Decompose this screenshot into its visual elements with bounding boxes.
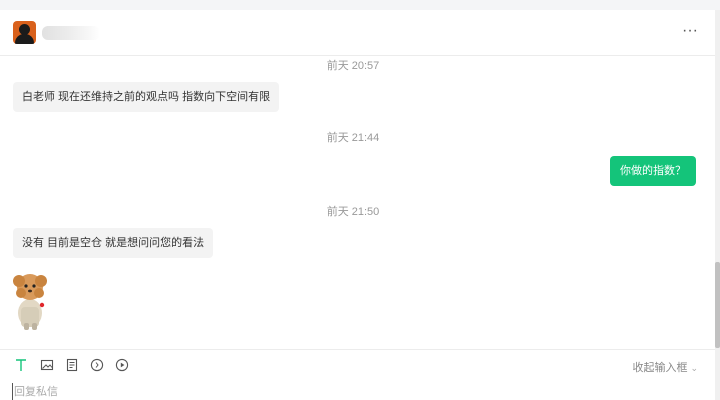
text-format-icon[interactable] — [14, 358, 28, 372]
message-timestamp: 前天 21:50 — [326, 206, 380, 218]
video-icon[interactable] — [115, 358, 129, 372]
chevron-down-icon: ⌄ — [690, 363, 698, 373]
chat-panel: ··· 前天 20:57 白老师 现在还维持之前的观点吗 指数向下空间有限 前天… — [0, 10, 716, 400]
voice-icon[interactable] — [90, 358, 104, 372]
incoming-message[interactable]: 没有 目前是空仓 就是想问问您的看法 — [13, 228, 214, 258]
composer-toolbar: 收起输入框 ⌄ — [0, 349, 716, 380]
incoming-message[interactable]: 白老师 现在还维持之前的观点吗 指数向下空间有限 — [13, 82, 280, 112]
message-timestamp: 前天 20:57 — [326, 60, 380, 72]
more-options-button[interactable]: ··· — [682, 23, 698, 39]
puppy-sticker-icon[interactable] — [12, 267, 48, 331]
image-icon[interactable] — [40, 358, 54, 372]
message-timestamp: 前天 21:44 — [326, 132, 380, 144]
contact-avatar[interactable] — [13, 21, 36, 44]
chat-header: ··· — [0, 10, 716, 56]
reply-input[interactable] — [12, 383, 614, 400]
outgoing-message[interactable]: 你做的指数？ — [610, 156, 696, 186]
message-list[interactable]: 前天 20:57 白老师 现在还维持之前的观点吗 指数向下空间有限 前天 21:… — [0, 56, 706, 349]
chat-scrollbar[interactable] — [715, 10, 720, 400]
avatar-body-shape — [15, 34, 34, 44]
file-icon[interactable] — [65, 358, 79, 372]
collapse-input-label: 收起输入框 — [632, 362, 688, 374]
contact-name-blurred — [42, 26, 100, 40]
collapse-input-button[interactable]: 收起输入框 ⌄ — [632, 359, 698, 375]
scrollbar-thumb[interactable] — [715, 262, 720, 348]
